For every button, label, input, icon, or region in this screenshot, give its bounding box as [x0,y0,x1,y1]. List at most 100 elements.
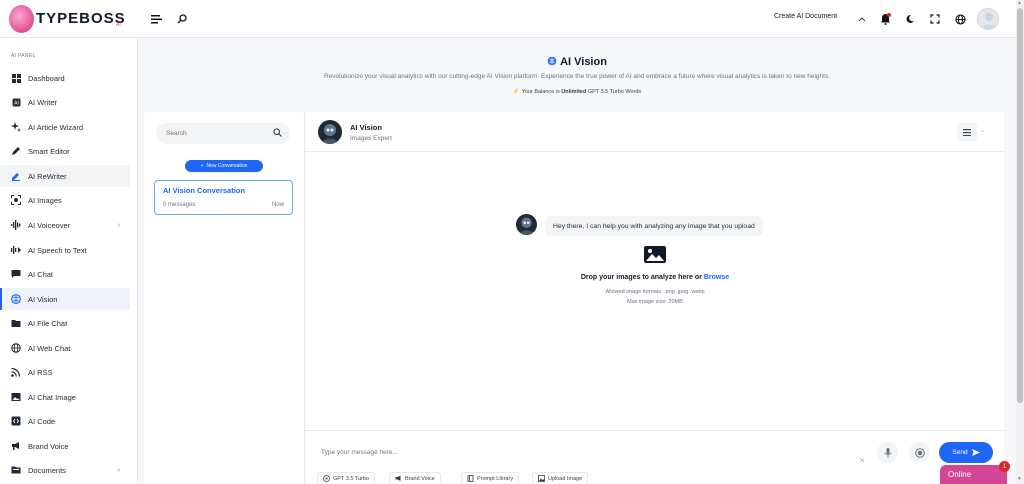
conversation-item[interactable]: AI Vision Conversation 0 messages Now [154,180,293,215]
conversation-search[interactable] [156,123,290,144]
chip-label: Upload Image [548,475,583,482]
drop-zone-text: Drop your images to analyze here or Brow… [305,274,1005,281]
sidebar-item-ai-web-chat[interactable]: AI Web Chat [0,337,130,359]
pen-icon [11,146,21,156]
sidebar-item-ai-rewriter[interactable]: AI ReWriter [0,165,130,187]
microphone-button[interactable] [877,442,898,463]
bot-avatar [318,120,342,144]
search-icon[interactable] [273,128,282,139]
search-input[interactable] [166,130,266,137]
fullscreen-icon[interactable] [924,8,946,30]
chevron-down-icon[interactable]: ⌄ [980,127,985,134]
sidebar-item-ai-code[interactable]: AI Code [0,410,130,432]
svg-text:AI: AI [14,100,19,106]
image-upload-icon[interactable] [644,246,666,263]
page-description: Revolutionize your visual analytics with… [323,73,831,80]
page-title-text: AI Vision [560,56,607,68]
sidebar-item-label: AI Vision [28,294,58,304]
sidebar-item-label: Brand Voice [28,441,69,451]
sidebar-item-ai-rss[interactable]: AI RSS [0,361,130,383]
allowed-formats: Allowed image formats: .png .jpeg .webp [605,289,705,295]
chat-icon [11,269,21,279]
bot-greeting-message: Hey there, I can help you with analyzing… [545,216,763,236]
sidebar-item-label: AI Speech to Text [28,245,87,255]
sidebar-item-label: AI Voiceover [28,220,71,230]
new-conversation-label: New Conversation [206,163,248,169]
model-select-chip[interactable]: GPT 3.5 Turbo [317,472,375,484]
online-chat-widget[interactable]: Online [940,465,1007,484]
brain-icon [547,56,557,69]
new-conversation-button[interactable]: + New Conversation [185,160,263,172]
sidebar-item-ai-vision[interactable]: AI Vision [0,288,130,310]
stop-button[interactable] [909,442,930,463]
bot-role: Images Expert [350,135,392,142]
drop-instruction: Drop your images to analyze here or [580,274,702,281]
upload-image-chip[interactable]: Upload Image [532,472,589,484]
scroll-down-icon[interactable]: ▼ [1017,476,1022,482]
sidebar-item-documents[interactable]: Documents › [0,459,130,481]
sidebar-item-label: Documents [28,465,66,475]
notification-bell-icon[interactable] [874,8,896,30]
sidebar: AI PANEL Dashboard AI AI Writer AI Artic… [0,38,138,484]
chevron-up-icon[interactable] [851,8,873,30]
browse-link[interactable]: Browse [704,274,729,281]
sidebar-item-label: AI Chat Image [28,392,76,402]
book-icon [467,475,474,482]
sidebar-item-brand-voice[interactable]: Brand Voice [0,435,130,457]
brand-name: TYPEBOSS [36,10,126,27]
chevron-right-icon: › [117,221,120,229]
sidebar-item-ai-writer[interactable]: AI AI Writer [0,91,130,113]
conversations-panel: +New Conversation AI Vision Conversation… [144,112,304,484]
sidebar-item-label: Dashboard [28,73,65,83]
sidebar-item-ai-chat-image[interactable]: AI Chat Image [0,386,130,408]
message-input[interactable] [321,441,867,463]
send-button[interactable]: Send [939,442,993,463]
sidebar-item-dashboard[interactable]: Dashboard [0,67,130,89]
brand-logo[interactable]: TYPEBOSS [0,0,130,38]
sidebar-item-label: AI RSS [28,367,53,377]
conversation-message-count: 0 messages [163,202,196,208]
sidebar-item-label: AI ReWriter [28,171,67,181]
scrollbar-thumb[interactable] [1017,8,1023,403]
sidebar-item-ai-images[interactable]: AI Images [0,189,130,211]
brand-tagline: AI [116,22,121,28]
scroll-up-icon[interactable]: ▲ [1017,0,1022,6]
page-title: AI Vision [138,56,1016,69]
code-icon [11,416,21,426]
sidebar-item-label: Smart Editor [28,146,70,156]
page-scrollbar[interactable]: ▲ ▼ [1016,0,1024,484]
sidebar-item-ai-file-chat[interactable]: AI File Chat [0,312,130,334]
chip-label: Prompt Library [477,475,514,482]
balance-info: ⚡ Your Balance is Unlimited GPT 3.5 Turbo… [138,89,1016,95]
edit-icon [11,171,21,181]
hamburger-icon [963,128,971,136]
brain-icon [11,294,21,304]
megaphone-icon [395,475,402,482]
resize-grip-icon[interactable]: ⇲ [859,457,864,464]
sidebar-item-label: AI Article Wizard [28,122,84,132]
balance-prefix: Your Balance is [521,89,560,95]
rss-icon [11,367,21,377]
chat-menu-button[interactable] [957,123,977,141]
stop-icon [914,447,925,458]
sidebar-item-ai-voiceover[interactable]: AI Voiceover › [0,214,130,236]
create-document-link[interactable]: Create AI Document [774,13,837,20]
balance-suffix: GPT 3.5 Turbo Words [587,89,642,95]
send-label: Send [952,449,968,456]
brand-voice-chip[interactable]: Brand Voice [389,472,441,484]
top-bar: TYPEBOSS AI Create AI Document [0,0,1016,38]
sidebar-item-ai-speech-to-text[interactable]: AI Speech to Text [0,239,130,261]
dark-mode-icon[interactable] [899,8,921,30]
sidebar-item-ai-article-wizard[interactable]: AI Article Wizard [0,116,130,138]
sidebar-item-ai-chat[interactable]: AI Chat [0,263,130,285]
prompt-library-chip[interactable]: Prompt Library [461,472,520,484]
user-avatar[interactable] [977,8,999,30]
search-icon[interactable] [171,8,193,30]
sidebar-item-label: AI Chat [28,269,54,279]
online-label: Online [948,470,972,479]
ai-writer-icon: AI [11,97,21,107]
folder-icon [11,318,21,328]
menu-toggle-icon[interactable] [145,8,167,30]
sidebar-item-smart-editor[interactable]: Smart Editor [0,140,130,162]
language-globe-icon[interactable] [949,8,971,30]
